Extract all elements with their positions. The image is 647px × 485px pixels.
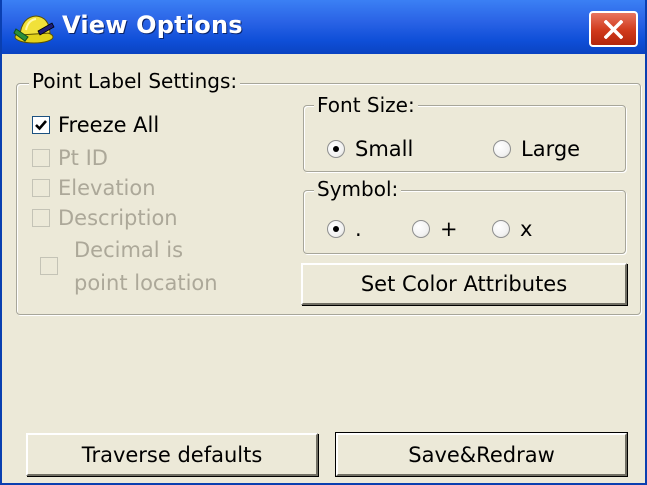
description-checkbox[interactable]: Description [32, 205, 178, 231]
font-size-small-label: Small [355, 137, 414, 161]
decimal-label-line2: point location [74, 271, 218, 295]
description-label: Description [58, 206, 178, 230]
font-size-large-radio[interactable]: Large [493, 136, 580, 162]
symbol-x-label: x [520, 217, 533, 241]
radio-button[interactable] [492, 220, 510, 238]
checkbox-box[interactable] [32, 116, 50, 134]
radio-button[interactable] [327, 220, 345, 238]
symbol-dot-radio[interactable]: . [327, 216, 362, 242]
radio-button[interactable] [493, 140, 511, 158]
hardhat-icon [12, 11, 56, 45]
freeze-all-checkbox[interactable]: Freeze All [32, 112, 159, 138]
symbol-plus-radio[interactable]: + [412, 216, 458, 242]
symbol-x-radio[interactable]: x [492, 216, 532, 242]
radio-button[interactable] [412, 220, 430, 238]
checkbox-box [32, 209, 50, 227]
elevation-checkbox[interactable]: Elevation [32, 175, 156, 201]
pt-id-label: Pt ID [58, 146, 108, 170]
checkmark-icon [35, 120, 47, 131]
close-icon [604, 20, 623, 39]
save-redraw-button[interactable]: Save&Redraw [335, 432, 628, 477]
checkbox-box [32, 179, 50, 197]
symbol-legend: Symbol: [314, 178, 402, 200]
traverse-defaults-button[interactable]: Traverse defaults [26, 433, 318, 476]
font-size-small-radio[interactable]: Small [327, 136, 413, 162]
window-title: View Options [62, 11, 243, 39]
decimal-label-line1: Decimal is [74, 238, 184, 262]
radio-button[interactable] [327, 140, 345, 158]
checkbox-box [32, 149, 50, 167]
title-bar[interactable]: View Options [2, 0, 645, 54]
set-color-attributes-button[interactable]: Set Color Attributes [301, 263, 627, 305]
pt-id-checkbox[interactable]: Pt ID [32, 145, 108, 171]
checkbox-box [40, 257, 58, 275]
view-options-dialog: View Options Point Label Settings: Freez… [0, 0, 647, 485]
symbol-plus-label: + [440, 217, 458, 241]
font-size-legend: Font Size: [314, 94, 418, 116]
symbol-dot-label: . [355, 217, 362, 241]
freeze-all-label: Freeze All [58, 113, 160, 137]
font-size-large-label: Large [521, 137, 581, 161]
point-label-settings-legend: Point Label Settings: [29, 70, 241, 92]
elevation-label: Elevation [58, 176, 156, 200]
close-button[interactable] [589, 11, 638, 47]
